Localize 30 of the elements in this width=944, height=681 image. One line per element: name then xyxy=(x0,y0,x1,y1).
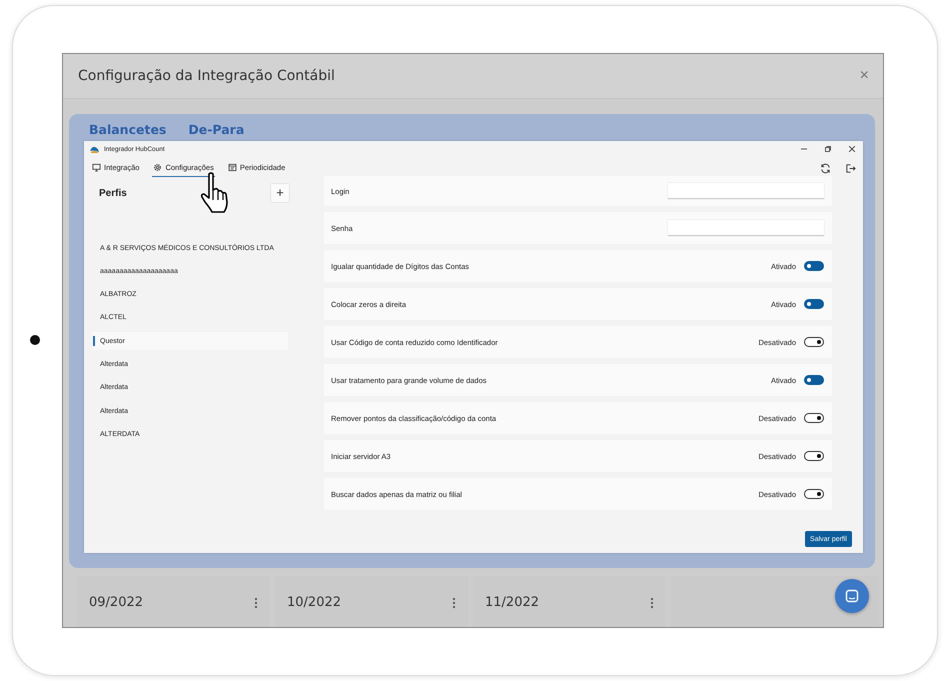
dialog-title: Configuração da Integração Contábil xyxy=(78,68,335,84)
period-label: 10/2022 xyxy=(287,595,342,610)
monitor-icon xyxy=(92,163,101,172)
calendar-icon xyxy=(228,163,237,172)
input-field[interactable] xyxy=(668,220,824,236)
toggle-switch[interactable] xyxy=(804,489,824,499)
restore-button[interactable] xyxy=(823,144,833,154)
toggle-switch[interactable] xyxy=(804,413,824,423)
toggle-switch[interactable] xyxy=(804,299,824,309)
more-icon[interactable] xyxy=(650,596,654,608)
input-field[interactable] xyxy=(668,183,824,199)
minimize-icon xyxy=(801,146,807,152)
toggle-switch[interactable] xyxy=(804,451,824,461)
close-button[interactable] xyxy=(847,144,857,154)
gear-icon xyxy=(153,163,162,172)
restore-icon xyxy=(825,146,831,152)
logo-icon xyxy=(90,146,99,152)
period-label: 11/2022 xyxy=(485,595,540,610)
add-button[interactable]: + xyxy=(271,184,289,202)
period-label: 09/2022 xyxy=(89,595,144,610)
chat-icon xyxy=(845,589,859,603)
close-icon xyxy=(849,146,855,152)
logout-icon[interactable] xyxy=(845,162,856,174)
refresh-icon[interactable] xyxy=(820,162,831,174)
more-icon[interactable] xyxy=(254,596,258,608)
toggle-switch[interactable] xyxy=(804,337,824,347)
more-icon[interactable] xyxy=(452,596,456,608)
toggle-switch[interactable] xyxy=(804,375,824,385)
profiles-title: Perfis xyxy=(99,188,127,198)
toggle-switch[interactable] xyxy=(804,261,824,271)
